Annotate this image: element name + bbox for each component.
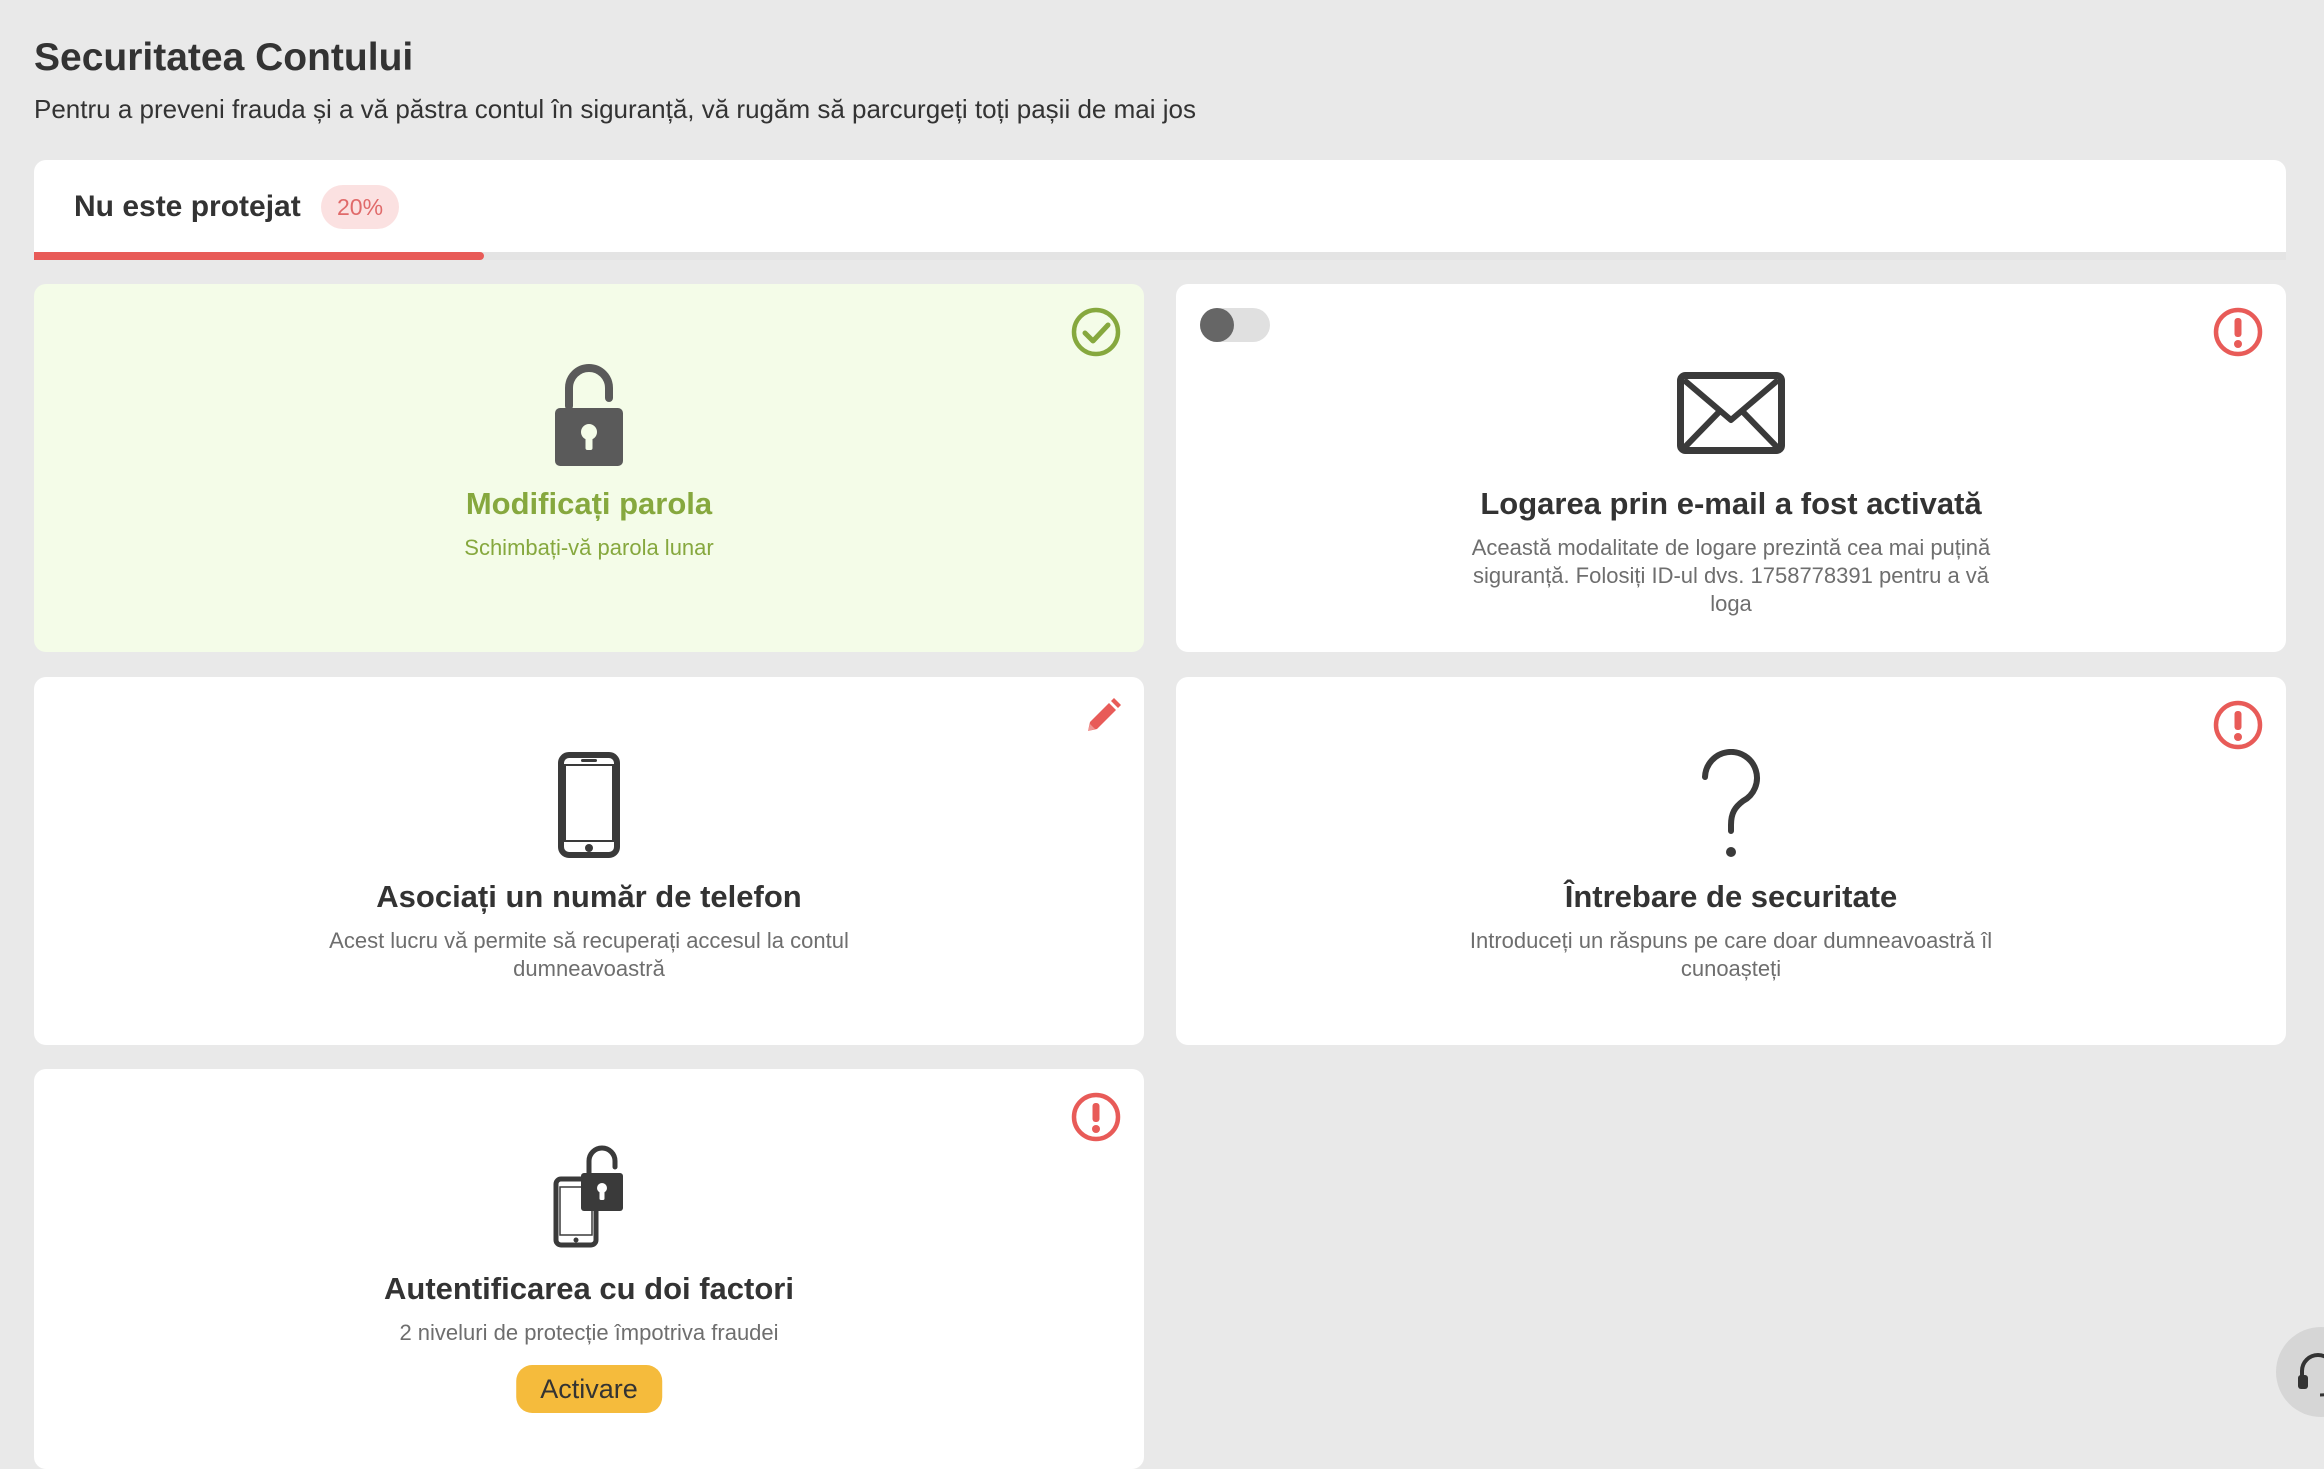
phone-number-title: Asociați un număr de telefon: [376, 879, 802, 914]
two-factor-title: Autentificarea cu doi factori: [384, 1271, 794, 1306]
page-subtitle: Pentru a preveni frauda și a vă păstra c…: [34, 94, 1196, 124]
alert-circle-icon: [2213, 307, 2263, 357]
security-question-card[interactable]: Întrebare de securitate Introduceți un r…: [1176, 677, 2286, 1045]
email-login-description: Această modalitate de logare prezintă ce…: [1471, 535, 1991, 616]
two-factor-description: 2 niveluri de protecție împotriva fraude…: [399, 1320, 779, 1345]
phone-number-description: Acest lucru vă permite să recuperați acc…: [329, 928, 849, 981]
security-question-title: Întrebare de securitate: [1564, 879, 1898, 914]
two-factor-card[interactable]: Autentificarea cu doi factori 2 niveluri…: [34, 1069, 1144, 1469]
change-password-title: Modificați parola: [465, 486, 713, 521]
question-mark-icon: [1702, 749, 1760, 857]
account-security-page: Securitatea Contului Pentru a preveni fr…: [34, 0, 2286, 1469]
alert-circle-icon: [2213, 700, 2263, 750]
security-question-description: Introduceți un răspuns pe care doar dumn…: [1469, 928, 1993, 981]
check-circle-icon: [1071, 307, 1121, 357]
protection-progress-fill: [34, 252, 485, 260]
toggle-knob: [1200, 308, 1234, 342]
protection-status-label: Nu este protejat: [74, 190, 301, 223]
activate-button[interactable]: Activare: [516, 1365, 662, 1413]
alert-circle-icon: [1071, 1092, 1121, 1142]
change-password-card[interactable]: Modificați parola Schimbați-vă parola lu…: [34, 284, 1144, 652]
protection-status-bar: Nu este protejat 20%: [34, 160, 2286, 260]
envelope-icon: [1677, 372, 1785, 454]
change-password-description: Schimbați-vă parola lunar: [464, 535, 714, 560]
pencil-icon[interactable]: [1080, 695, 1124, 739]
page-title: Securitatea Contului: [34, 36, 414, 79]
smartphone-icon: [558, 752, 620, 858]
phone-number-card[interactable]: Asociați un număr de telefon Acest lucru…: [34, 677, 1144, 1045]
padlock-open-icon: [555, 364, 623, 466]
protection-progress-track: [34, 252, 2286, 260]
email-login-card[interactable]: Logarea prin e-mail a fost activată Acea…: [1176, 284, 2286, 652]
phone-lock-icon: [553, 1145, 623, 1248]
protection-percent-badge: 20%: [321, 185, 400, 229]
headset-icon: [2298, 1353, 2324, 1397]
email-login-toggle[interactable]: [1200, 308, 1270, 342]
email-login-title: Logarea prin e-mail a fost activată: [1480, 486, 1982, 521]
